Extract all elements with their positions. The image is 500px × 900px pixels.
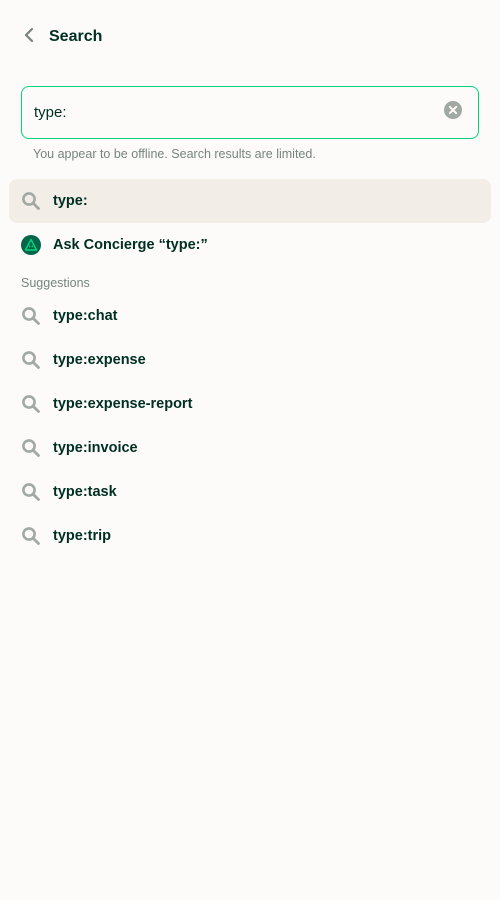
chevron-left-icon [24,27,34,48]
search-icon [21,350,41,370]
suggestion-item[interactable]: type:task [9,470,491,514]
clear-circle-icon [444,101,462,124]
search-icon [21,191,41,211]
suggestion-label: type:invoice [53,440,138,456]
offline-notice: You appear to be offline. Search results… [33,147,316,161]
search-query-row[interactable]: type: [9,179,491,223]
ask-concierge-label: Ask Concierge “type:” [53,237,208,253]
search-icon [21,482,41,502]
ask-concierge-row[interactable]: Ask Concierge “type:” [9,223,491,267]
page-header: Search [0,18,500,56]
suggestion-item[interactable]: type:trip [9,514,491,558]
suggestion-label: type:expense [53,352,146,368]
suggestion-item[interactable]: type:expense [9,338,491,382]
clear-search-button[interactable] [444,101,462,124]
search-icon [21,438,41,458]
suggestions-heading: Suggestions [21,276,90,290]
concierge-avatar-icon [21,235,41,255]
search-icon [21,306,41,326]
suggestion-item[interactable]: type:invoice [9,426,491,470]
suggestion-label: type:chat [53,308,118,324]
search-input[interactable] [34,100,444,125]
search-icon [21,394,41,414]
page-title: Search [49,28,103,45]
suggestion-label: type:task [53,484,117,500]
suggestion-label: type:trip [53,528,111,544]
search-icon [21,526,41,546]
suggestion-label: type:expense-report [53,396,193,412]
suggestion-item[interactable]: type:chat [9,294,491,338]
back-button[interactable] [20,27,38,48]
search-query-label: type: [53,193,88,209]
suggestion-item[interactable]: type:expense-report [9,382,491,426]
search-field[interactable] [21,86,479,139]
